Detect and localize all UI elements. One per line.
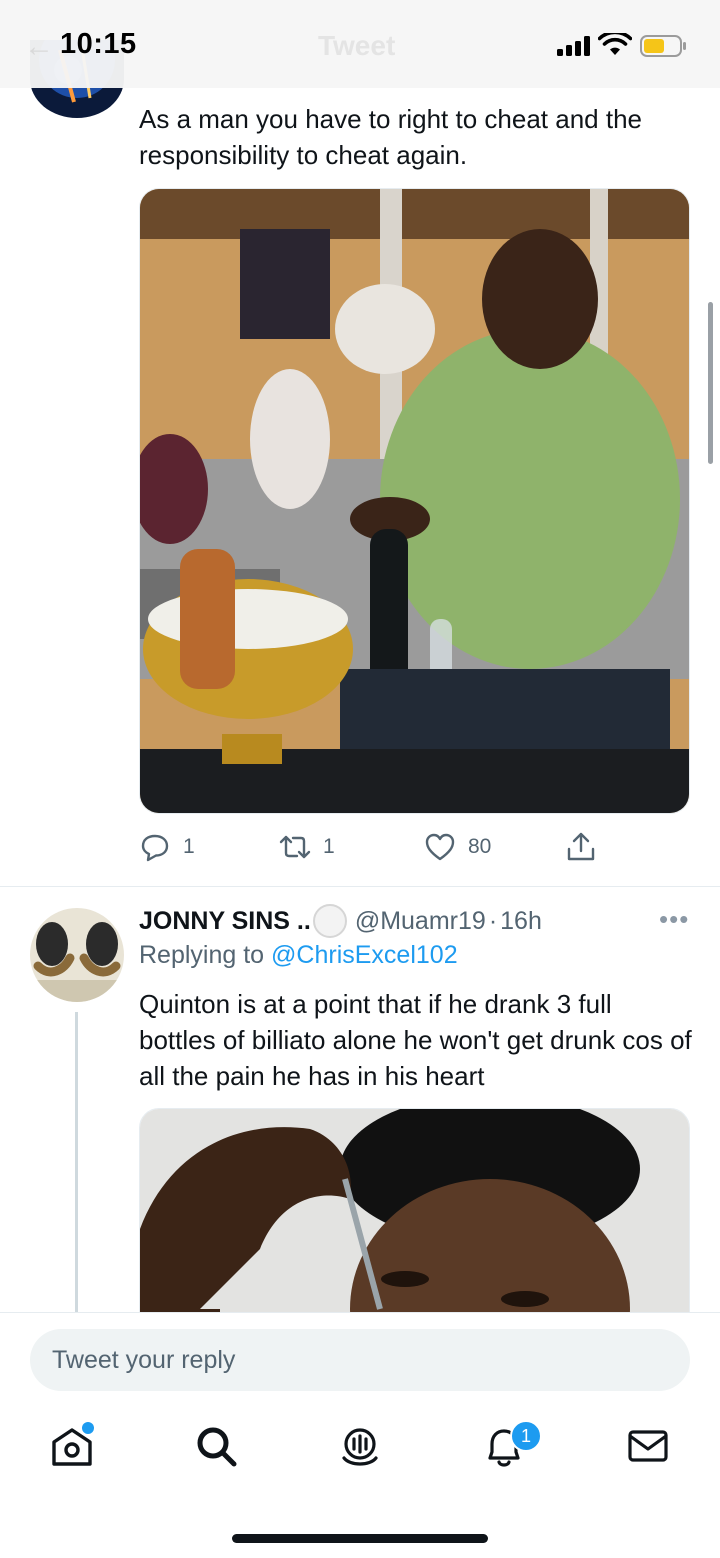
reply-input[interactable]	[30, 1329, 690, 1391]
tab-messages[interactable]	[624, 1422, 672, 1470]
spaces-icon	[342, 1428, 378, 1466]
notification-count-badge: 1	[510, 1420, 542, 1452]
replying-to-handle-link[interactable]: @ChrisExcel102	[271, 941, 458, 969]
heart-icon	[425, 833, 455, 861]
back-arrow-icon[interactable]: ←	[24, 30, 54, 64]
emoji-badge-icon	[312, 904, 347, 938]
status-bar: ← Tweet 10:15	[0, 0, 720, 88]
handle[interactable]: @Muamr19	[355, 907, 486, 936]
retweet-count: 1	[323, 835, 335, 858]
replying-to: Replying to @ChrisExcel102	[139, 941, 458, 970]
home-indicator[interactable]	[232, 1534, 488, 1543]
like-count: 80	[468, 835, 492, 858]
tweet-header: JONNY SINS .. @Muamr19 · 16h	[139, 903, 542, 939]
display-name[interactable]: JONNY SINS ..	[139, 907, 311, 936]
wifi-icon	[598, 33, 632, 55]
search-icon	[197, 1427, 237, 1467]
share-button[interactable]	[565, 828, 597, 866]
tweet-time[interactable]: 16h	[500, 907, 542, 936]
tweet-divider	[0, 886, 720, 887]
tab-spaces[interactable]	[336, 1422, 384, 1470]
thread-line	[75, 1012, 78, 1314]
replying-label: Replying to	[139, 941, 265, 969]
avatar[interactable]	[30, 908, 124, 1002]
share-icon	[567, 832, 595, 861]
messages-envelope-icon	[628, 1430, 668, 1462]
tweet-text: As a man you have to right to cheat and …	[139, 104, 642, 170]
tweet-actions: 1 1 80	[139, 828, 699, 866]
separator: ·	[488, 906, 498, 935]
cellular-signal-icon	[557, 36, 590, 56]
tweet-photo[interactable]	[139, 188, 690, 814]
header-title: Tweet	[318, 30, 396, 61]
status-time: 10:15	[60, 28, 137, 60]
home-unread-dot	[82, 1422, 94, 1434]
like-button[interactable]: 80	[424, 828, 491, 866]
reply-icon	[141, 834, 169, 862]
battery-low-icon	[640, 35, 686, 57]
more-options-icon[interactable]: •••	[659, 904, 689, 935]
reply-count: 1	[183, 835, 195, 858]
retweet-icon	[279, 835, 311, 859]
scrollbar[interactable]	[708, 302, 713, 464]
tweet-text: Quinton is at a point that if he drank 3…	[139, 989, 692, 1091]
reply-button[interactable]: 1	[139, 828, 195, 866]
tab-search[interactable]	[192, 1422, 240, 1470]
retweet-button[interactable]: 1	[279, 828, 335, 866]
